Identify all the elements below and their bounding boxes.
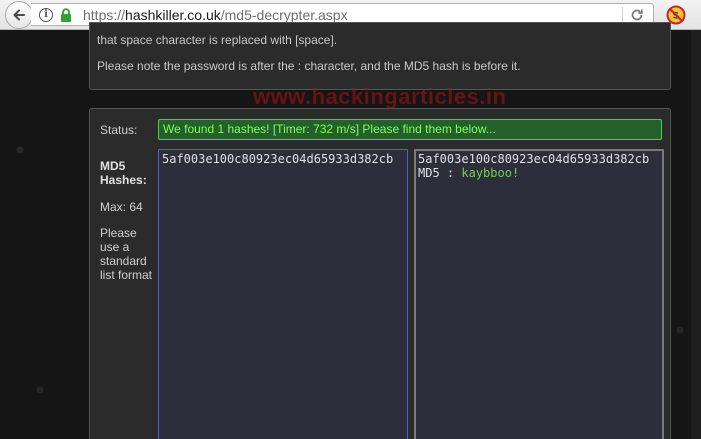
note-line-2: Please note the password is after the : … — [97, 59, 521, 73]
status-label: Status: — [100, 123, 138, 137]
reload-icon[interactable] — [630, 8, 644, 22]
back-arrow-icon — [13, 9, 25, 21]
result-password: kaybboo! — [461, 166, 520, 180]
notes-panel: that space character is replaced with [s… — [89, 22, 671, 90]
scrollbar-track[interactable] — [691, 30, 701, 439]
watermark: www.hackingarticles.in — [253, 84, 507, 109]
note-line-1: that space character is replaced with [s… — [97, 33, 338, 47]
lock-icon[interactable] — [60, 8, 72, 22]
url-scheme: https:// — [83, 7, 126, 23]
url-separator — [622, 7, 623, 22]
url-text[interactable]: https://hashkiller.co.uk/md5-decrypter.a… — [83, 7, 348, 23]
result-output[interactable]: 5af003e100c80923ec04d65933d382cb MD5 : k… — [414, 149, 664, 439]
hash-input[interactable]: 5af003e100c80923ec04d65933d382cb — [158, 149, 408, 439]
status-message: We found 1 hashes! [Timer: 732 m/s] Plea… — [158, 119, 662, 140]
max-label: Max: 64 — [100, 200, 143, 214]
url-domain: hashkiller.co.uk — [125, 7, 221, 23]
result-hash: 5af003e100c80923ec04d65933d382cb — [418, 152, 650, 166]
page-content: that space character is replaced with [s… — [0, 22, 701, 439]
md5-hashes-label: MD5 Hashes: — [100, 159, 147, 187]
back-button[interactable] — [5, 1, 33, 29]
decrypter-panel: Status: We found 1 hashes! [Timer: 732 m… — [89, 108, 671, 439]
info-icon[interactable]: i — [39, 8, 53, 22]
url-path: /md5-decrypter.aspx — [220, 7, 348, 23]
format-hint: Please use a standard list format — [100, 226, 153, 282]
result-type: MD5 — [418, 166, 440, 180]
result-separator: : — [439, 166, 462, 180]
